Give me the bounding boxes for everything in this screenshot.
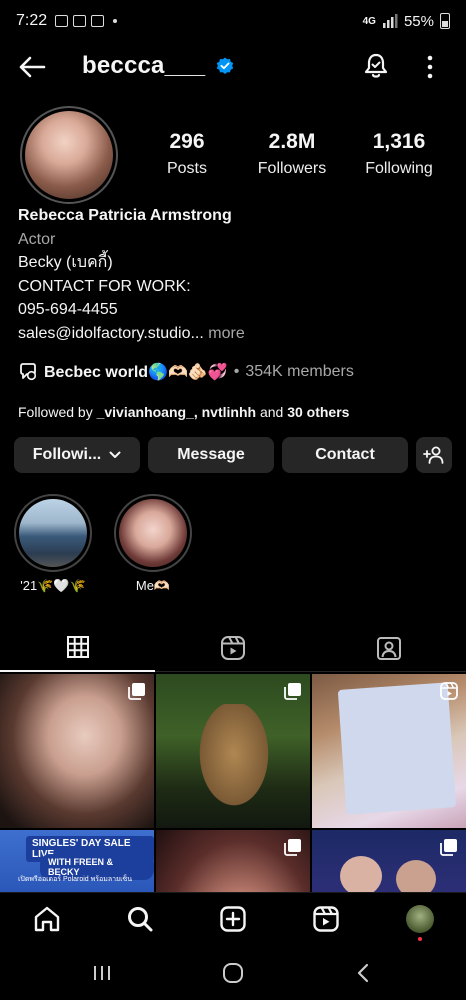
post-thumbnail[interactable] — [312, 674, 466, 828]
message-button[interactable]: Message — [148, 437, 274, 473]
carousel-icon — [284, 839, 301, 856]
bio-line: Becky (เบคกี้) — [18, 254, 113, 271]
contact-button-label: Contact — [315, 446, 375, 463]
reels-nav-icon[interactable] — [312, 905, 340, 933]
following-button-label: Followi... — [32, 446, 102, 463]
post-image-detail — [396, 860, 436, 892]
channel-members: 354K members — [245, 363, 354, 380]
channel-icon — [20, 363, 37, 381]
home-icon[interactable] — [33, 905, 61, 933]
grid-icon — [66, 636, 89, 658]
tab-reels[interactable] — [155, 624, 310, 672]
notifications-bell-icon[interactable] — [362, 52, 390, 80]
tagged-icon — [376, 637, 401, 660]
suggested-users-button[interactable] — [416, 437, 452, 473]
category-label: Actor — [18, 230, 56, 248]
stat-posts[interactable]: 296 Posts — [160, 130, 214, 178]
battery-percent: 55% — [403, 12, 434, 30]
followed-by-users: _vivianhoang_, nvtlinhh — [96, 404, 257, 420]
posts-label: Posts — [166, 160, 207, 177]
stat-followers[interactable]: 2.8M Followers — [254, 130, 330, 178]
status-bar: 7:22 4G 55% — [0, 0, 466, 42]
add-person-icon — [423, 446, 444, 464]
create-post-icon[interactable] — [219, 905, 247, 933]
post-thumbnail[interactable] — [312, 830, 466, 892]
followed-by[interactable]: Followed by _vivianhoang_, nvtlinhh and … — [18, 404, 349, 420]
posts-grid: SINGLES' DAY SALE LIVE WITH FREEN & BECK… — [0, 674, 466, 892]
verified-badge-icon — [216, 57, 234, 74]
search-icon[interactable] — [126, 905, 154, 933]
profile-tabs — [0, 624, 466, 672]
profile-header: beccca___ — [0, 42, 466, 92]
username: beccca___ — [82, 52, 206, 79]
carousel-icon — [440, 839, 457, 856]
contact-button[interactable]: Contact — [282, 437, 408, 473]
bottom-navigation — [0, 892, 466, 946]
story-highlight[interactable]: Me🫶🏻 — [114, 494, 192, 594]
carousel-icon — [128, 683, 145, 700]
following-label: Following — [365, 160, 433, 177]
followed-by-middle: and — [256, 404, 288, 420]
highlight-cover — [119, 499, 187, 567]
more-options-icon[interactable] — [424, 54, 436, 80]
posts-count: 296 — [169, 130, 205, 153]
battery-icon — [440, 13, 450, 29]
following-count: 1,316 — [372, 130, 426, 153]
post-thumbnail[interactable] — [156, 830, 310, 892]
post-thumbnail[interactable] — [0, 674, 154, 828]
tab-tagged[interactable] — [311, 624, 466, 672]
bio-line: CONTACT FOR WORK: — [18, 277, 191, 295]
promo-line: เปิดพรีออเดอร์ Polaroid พร้อมลายเซ็น — [18, 876, 133, 883]
profile-bio: Rebecca Patricia Armstrong Actor Becky (… — [18, 204, 448, 345]
recent-apps-icon[interactable] — [92, 964, 112, 982]
message-button-label: Message — [177, 446, 245, 463]
post-thumbnail[interactable] — [156, 674, 310, 828]
bio-phone: 095-694-4455 — [18, 301, 118, 318]
highlight-cover — [19, 499, 87, 567]
post-thumbnail[interactable]: SINGLES' DAY SALE LIVE WITH FREEN & BECK… — [0, 830, 154, 892]
story-highlight[interactable]: '21🌾🤍🌾 — [14, 494, 92, 594]
broadcast-channel[interactable]: Becbec world🌎🫶🏻🫵🏻💞 • 354K members — [18, 362, 354, 382]
system-back-icon[interactable] — [356, 963, 370, 983]
reels-icon — [220, 636, 245, 660]
profile-nav-avatar[interactable] — [406, 905, 434, 933]
post-image-detail — [340, 856, 382, 892]
back-arrow-icon[interactable] — [18, 55, 46, 79]
chevron-down-icon — [109, 451, 121, 458]
followed-by-others: 30 others — [287, 404, 350, 420]
profile-avatar[interactable] — [20, 106, 118, 204]
post-image-detail — [337, 682, 457, 815]
following-button[interactable]: Followi... — [14, 437, 140, 473]
gmail-icon — [73, 15, 87, 27]
channel-name: Becbec world🌎🫶🏻🫵🏻💞 — [44, 364, 228, 381]
instagram-icon — [91, 15, 105, 27]
signal-icon — [382, 14, 398, 28]
bio-email: sales@idolfactory.studio... — [18, 324, 204, 342]
reel-icon — [440, 682, 458, 700]
gallery-icon — [55, 15, 69, 27]
highlight-caption: '21🌾🤍🌾 — [20, 578, 86, 593]
followed-by-prefix: Followed by — [18, 404, 97, 420]
more-link[interactable]: more — [204, 325, 244, 342]
followers-count: 2.8M — [268, 130, 316, 153]
carousel-icon — [284, 683, 301, 700]
highlight-ring — [14, 494, 92, 572]
notification-icons — [55, 15, 118, 27]
more-notifications-icon — [113, 19, 118, 23]
bio-email-line: sales@idolfactory.studio... more — [18, 322, 448, 346]
highlight-ring — [114, 494, 192, 572]
channel-separator: • — [233, 363, 240, 380]
followers-label: Followers — [257, 160, 327, 177]
stat-following[interactable]: 1,316 Following — [360, 130, 438, 178]
home-button-icon[interactable] — [222, 962, 244, 984]
highlight-caption: Me🫶🏻 — [135, 578, 171, 593]
notification-dot — [418, 937, 422, 941]
full-name: Rebecca Patricia Armstrong — [18, 207, 232, 224]
profile-photo — [25, 111, 113, 199]
tab-posts[interactable] — [0, 624, 155, 672]
network-type: 4G — [362, 15, 376, 27]
status-time: 7:22 — [16, 12, 48, 29]
system-navigation-bar — [0, 946, 466, 1000]
post-image-detail — [194, 704, 274, 814]
